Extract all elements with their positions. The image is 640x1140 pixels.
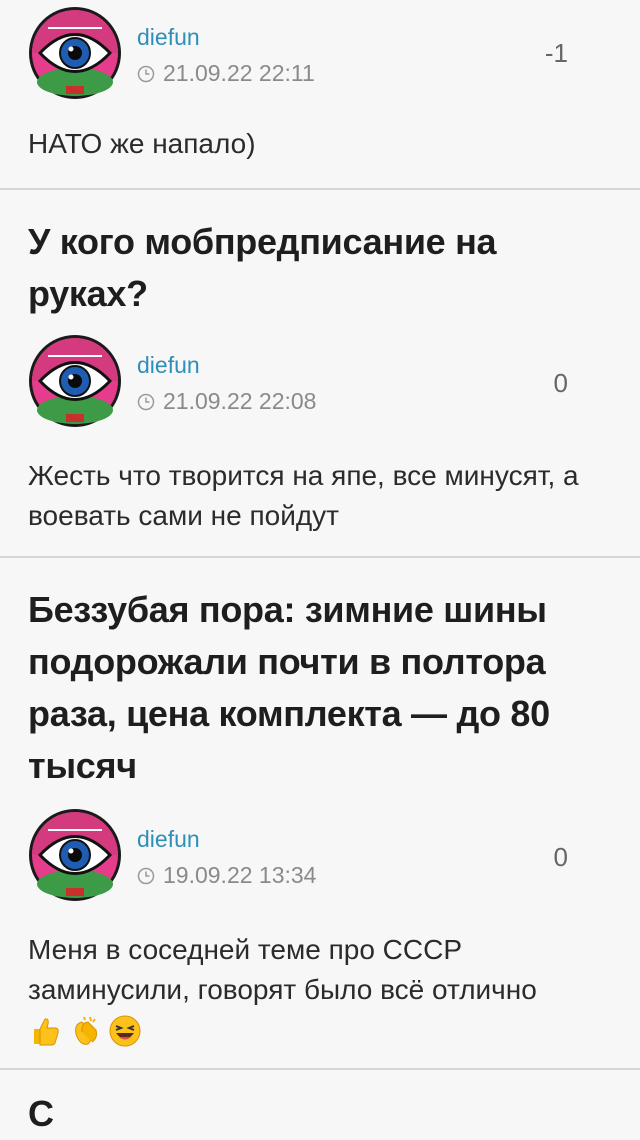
clapping-hands-icon: [75, 1016, 97, 1045]
comment-score: 0: [553, 842, 568, 872]
clock-icon: [137, 867, 155, 884]
avatar[interactable]: [28, 808, 122, 902]
author-name[interactable]: diefun: [137, 24, 200, 51]
thumbs-up-icon: [34, 1018, 59, 1046]
author-name[interactable]: diefun: [137, 826, 200, 853]
emoji-row: [0, 1014, 600, 1048]
comment-score: -1: [544, 38, 568, 68]
post-title[interactable]: У кого мобпредписание на руках?: [0, 216, 616, 320]
comment-text: НАТО же напало): [28, 128, 256, 159]
comment-card: С: [0, 1070, 640, 1134]
comment-card: diefun 21.09.22 22:11 -1 НАТО же напало): [0, 0, 640, 190]
avatar[interactable]: [28, 334, 122, 428]
date-text: 19.09.22 13:34: [163, 862, 317, 888]
comment-meta: diefun 21.09.22 22:08 0: [0, 334, 640, 444]
date-text: 21.09.22 22:08: [163, 388, 317, 414]
comment-text: Жесть что творится на япе, все минусят, …: [28, 460, 579, 531]
date-text: 21.09.22 22:11: [163, 60, 315, 86]
comment-text: Меня в соседней теме про СССР заминусили…: [28, 934, 537, 1005]
comment-card: Беззубая пора: зимние шины подорожали по…: [0, 558, 640, 1070]
laughing-face-icon: [109, 1015, 141, 1047]
post-title[interactable]: С: [0, 1088, 82, 1140]
author-name[interactable]: diefun: [137, 352, 200, 379]
comment-body: Меня в соседней теме про СССР заминусили…: [0, 930, 600, 1048]
comment-meta: diefun 21.09.22 22:11 -1: [0, 6, 640, 116]
clock-icon: [137, 65, 155, 82]
comment-date: 21.09.22 22:08: [137, 388, 316, 415]
comment-date: 21.09.22 22:11: [137, 60, 315, 87]
post-title[interactable]: Беззубая пора: зимние шины подорожали по…: [0, 584, 636, 792]
comment-score: 0: [553, 368, 568, 398]
comment-date: 19.09.22 13:34: [137, 862, 316, 889]
comment-card: У кого мобпредписание на руках? diefun 2…: [0, 190, 640, 558]
avatar[interactable]: [28, 6, 122, 100]
comments-feed: diefun 21.09.22 22:11 -1 НАТО же напало)…: [0, 0, 640, 1134]
comment-meta: diefun 19.09.22 13:34 0: [0, 808, 640, 918]
clock-icon: [137, 393, 155, 410]
